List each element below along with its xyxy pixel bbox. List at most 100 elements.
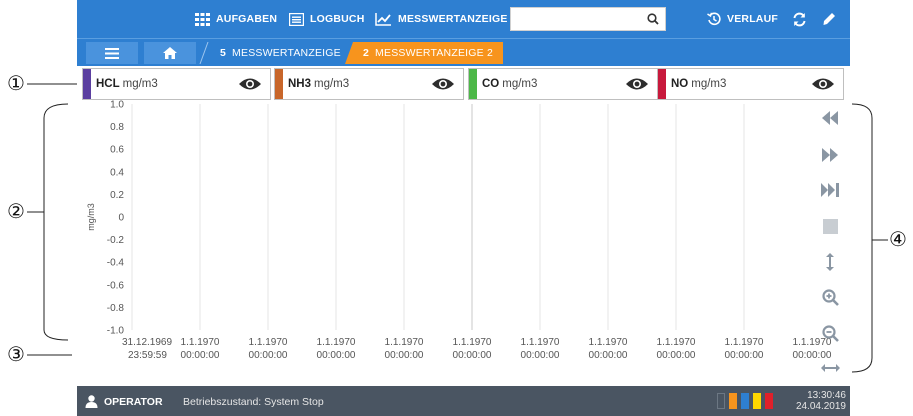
x-tick-date: 1.1.1970	[725, 337, 764, 348]
clock: 13:30:46 24.04.2019	[796, 390, 846, 412]
x-tick-time: 00:00:00	[385, 350, 424, 361]
channel-color-swatch	[658, 69, 666, 99]
user-name: OPERATOR	[104, 395, 163, 408]
channel-card-nh3[interactable]: NH3 mg/m3	[274, 68, 464, 100]
breadcrumb-item-5-label: MESSWERTANZEIGE	[232, 47, 341, 59]
x-tick-time: 00:00:00	[453, 350, 492, 361]
refresh-button[interactable]	[792, 10, 807, 28]
channel-card-hcl[interactable]: HCL mg/m3	[82, 68, 271, 100]
x-tick-time: 00:00:00	[249, 350, 288, 361]
horizontal-resize-icon	[820, 364, 840, 372]
channel-unit: mg/m3	[691, 78, 727, 90]
home-button[interactable]	[144, 42, 196, 64]
stop-button[interactable]	[820, 216, 840, 236]
callout-2: ②	[7, 199, 25, 223]
channel-name: NO	[671, 78, 689, 90]
x-tick-time: 23:59:59	[128, 350, 167, 361]
search-input[interactable]	[511, 8, 641, 30]
nav-logbook-label: LOGBUCH	[310, 13, 365, 25]
channel-color-swatch	[469, 69, 477, 99]
skip-end-icon	[820, 183, 839, 197]
status-bar: OPERATOR Betriebszustand: System Stop 13…	[77, 386, 850, 416]
status-led-5	[765, 393, 773, 409]
y-tick-label: -1.0	[107, 326, 125, 337]
x-tick-date: 1.1.1970	[385, 337, 424, 348]
status-led-2	[729, 393, 737, 409]
channel-unit: mg/m3	[314, 78, 350, 90]
refresh-icon	[793, 12, 806, 26]
status-led-4	[753, 393, 761, 409]
top-navbar: AUFGABEN LOGBUCH MESSWERTANZEIGE VERLAUF	[77, 0, 850, 38]
grid-icon	[195, 12, 210, 26]
user-icon	[85, 395, 98, 408]
status-led-3	[741, 393, 749, 409]
nav-measurements[interactable]: MESSWERTANZEIGE	[375, 10, 508, 28]
operating-state: Betriebszustand: System Stop	[183, 396, 324, 408]
breadcrumb-item-2-number: 2	[363, 47, 370, 59]
line-chart-icon	[375, 12, 391, 26]
skip-end-button[interactable]	[820, 180, 840, 200]
measurement-chart[interactable]: 1.0 0.8 0.6 0.4 0.2 0 -0.2 -0.4 -0.6 -0.8 -1.0 mg/m…	[77, 100, 850, 380]
app-window: AUFGABEN LOGBUCH MESSWERTANZEIGE VERLAUF…	[77, 0, 850, 416]
x-tick-date: 1.1.1970	[317, 337, 356, 348]
search-field[interactable]	[510, 7, 666, 31]
search-icon[interactable]	[647, 13, 659, 25]
channel-card-no[interactable]: NO mg/m3	[657, 68, 844, 100]
x-tick-date: 1.1.1970	[521, 337, 560, 348]
breadcrumb-item-2-active[interactable]: 2 MESSWERTANZEIGE 2	[357, 42, 499, 64]
vertical-resize-icon	[826, 253, 834, 271]
breadcrumb-item-2-label: MESSWERTANZEIGE 2	[375, 47, 493, 59]
zoom-in-icon	[821, 288, 839, 306]
eye-icon[interactable]	[431, 77, 455, 91]
x-tick-time: 00:00:00	[589, 350, 628, 361]
nav-history-label: VERLAUF	[727, 13, 778, 25]
breadcrumb-item-5[interactable]: 5 MESSWERTANZEIGE	[212, 42, 349, 64]
eye-icon[interactable]	[238, 77, 262, 91]
nav-measurements-label: MESSWERTANZEIGE	[398, 13, 508, 25]
nav-history[interactable]: VERLAUF	[707, 10, 778, 28]
y-tick-label: -0.4	[107, 258, 125, 269]
channel-name: NH3	[288, 78, 312, 90]
x-tick-time: 00:00:00	[725, 350, 764, 361]
rewind-button[interactable]	[820, 108, 840, 128]
y-tick-label: -0.8	[107, 303, 125, 314]
stop-icon	[822, 218, 838, 234]
callout-3: ③	[7, 342, 25, 366]
eye-icon[interactable]	[625, 77, 649, 91]
edit-button[interactable]	[822, 10, 836, 28]
channel-unit: mg/m3	[122, 78, 158, 90]
x-tick-date: 1.1.1970	[181, 337, 220, 348]
channel-name: CO	[482, 78, 500, 90]
menu-button[interactable]	[86, 42, 138, 64]
channel-card-co[interactable]: CO mg/m3	[468, 68, 658, 100]
nav-tasks[interactable]: AUFGABEN	[195, 10, 277, 28]
horizontal-resize-button[interactable]	[820, 358, 840, 378]
clock-time: 13:30:46	[807, 390, 846, 401]
y-tick-label: 0.2	[110, 190, 124, 201]
y-tick-label: 0.6	[110, 145, 124, 156]
vertical-resize-button[interactable]	[820, 252, 840, 272]
x-tick-time: 00:00:00	[317, 350, 356, 361]
list-box-icon	[289, 12, 304, 26]
zoom-in-button[interactable]	[820, 287, 840, 307]
zoom-out-button[interactable]	[820, 323, 840, 343]
x-tick-date: 1.1.1970	[453, 337, 492, 348]
hamburger-icon	[105, 47, 119, 59]
fast-forward-button[interactable]	[820, 145, 840, 165]
status-led-1	[717, 393, 725, 409]
x-tick-time: 00:00:00	[181, 350, 220, 361]
y-tick-label: -0.2	[107, 235, 125, 246]
channel-unit: mg/m3	[502, 78, 538, 90]
channel-color-swatch	[83, 69, 91, 99]
user-info[interactable]: OPERATOR	[85, 395, 163, 408]
zoom-out-icon	[821, 324, 839, 342]
x-tick-date: 1.1.1970	[249, 337, 288, 348]
home-icon	[163, 47, 177, 59]
breadcrumb-item-5-number: 5	[220, 47, 227, 59]
x-tick-date: 1.1.1970	[589, 337, 628, 348]
y-axis-label: mg/m3	[86, 203, 96, 231]
breadcrumb: 5 MESSWERTANZEIGE 2 MESSWERTANZEIGE 2	[77, 38, 850, 66]
nav-logbook[interactable]: LOGBUCH	[289, 10, 364, 28]
eye-icon[interactable]	[811, 77, 835, 91]
rewind-icon	[822, 111, 838, 125]
